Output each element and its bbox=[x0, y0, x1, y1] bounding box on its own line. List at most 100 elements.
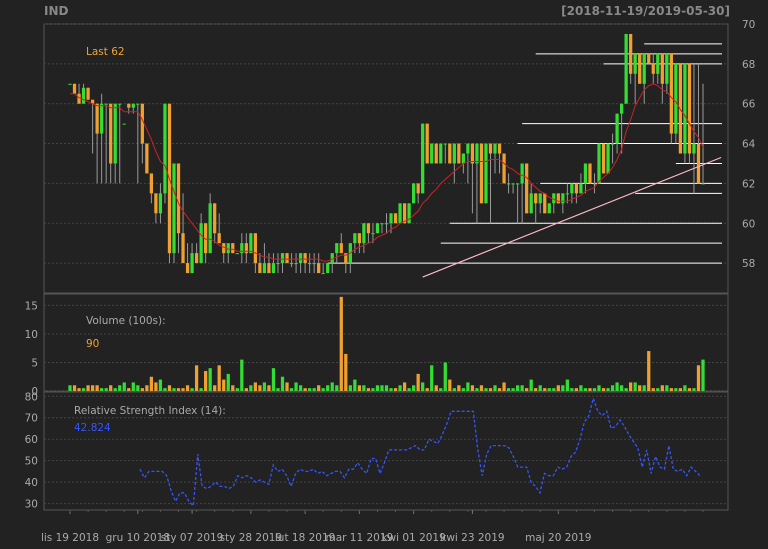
candle bbox=[271, 263, 276, 274]
volume-bar bbox=[389, 388, 393, 391]
volume-bar bbox=[610, 385, 615, 391]
volume-bar bbox=[199, 388, 203, 391]
volume-bar bbox=[249, 385, 253, 391]
volume-bar bbox=[416, 373, 420, 391]
y-tick-label: 60 bbox=[742, 218, 755, 230]
candle bbox=[235, 253, 239, 255]
volume-bar bbox=[253, 382, 258, 391]
candle bbox=[597, 143, 601, 184]
y-tick-label: 5 bbox=[31, 357, 38, 369]
volume-bar bbox=[226, 373, 230, 391]
candle bbox=[488, 143, 493, 154]
volume-bar bbox=[240, 359, 244, 391]
candle bbox=[289, 263, 294, 265]
volume-bar bbox=[185, 385, 190, 391]
volume-bar bbox=[683, 385, 687, 391]
volume-bar bbox=[466, 382, 470, 391]
volume-bar bbox=[543, 388, 547, 391]
candle bbox=[470, 143, 475, 164]
candle bbox=[86, 87, 90, 100]
volume-bar bbox=[448, 379, 452, 391]
candle bbox=[194, 253, 199, 264]
candle bbox=[375, 223, 380, 234]
volume-bar bbox=[380, 385, 384, 391]
candle bbox=[380, 223, 384, 225]
volume-bar bbox=[384, 385, 389, 391]
candle bbox=[384, 223, 389, 225]
volume-bar bbox=[262, 382, 267, 391]
candle bbox=[683, 63, 687, 154]
volume-bar bbox=[204, 371, 208, 391]
volume-bar bbox=[267, 385, 271, 391]
candle bbox=[213, 203, 217, 234]
candle bbox=[511, 183, 515, 185]
volume-bar bbox=[158, 379, 163, 391]
volume-bar bbox=[615, 382, 619, 391]
volume-bar bbox=[339, 296, 343, 391]
candle bbox=[412, 183, 416, 204]
candle bbox=[81, 87, 86, 104]
candle bbox=[674, 63, 678, 134]
candle bbox=[502, 153, 506, 184]
candle bbox=[262, 263, 267, 274]
candle bbox=[448, 143, 452, 164]
candle bbox=[656, 53, 660, 74]
last-price-label: Last 62 bbox=[86, 46, 125, 58]
volume-bar bbox=[100, 388, 104, 391]
candle bbox=[452, 143, 456, 164]
candle bbox=[145, 143, 149, 174]
candle bbox=[669, 53, 673, 134]
candle bbox=[72, 83, 77, 94]
candle bbox=[538, 193, 542, 204]
volume-bar bbox=[95, 385, 99, 391]
candle bbox=[439, 143, 443, 164]
volume-bar bbox=[308, 388, 312, 391]
volume-bar bbox=[696, 365, 701, 391]
volume-bar bbox=[145, 385, 149, 391]
volume-bar bbox=[687, 388, 692, 391]
candle bbox=[308, 263, 312, 265]
volume-bar bbox=[619, 385, 624, 391]
volume-bar bbox=[398, 385, 402, 391]
candle bbox=[665, 53, 669, 84]
candle bbox=[529, 193, 533, 214]
volume-bar bbox=[556, 385, 560, 391]
volume-bar bbox=[629, 382, 633, 391]
candle bbox=[285, 253, 289, 264]
volume-bar bbox=[217, 365, 221, 391]
volume-bar bbox=[357, 385, 361, 391]
candle bbox=[506, 183, 511, 185]
volume-bar bbox=[113, 388, 117, 391]
volume-bar bbox=[362, 385, 366, 391]
volume-bar bbox=[366, 388, 371, 391]
candle bbox=[298, 253, 303, 264]
volume-bar bbox=[574, 388, 579, 391]
candle bbox=[149, 173, 154, 194]
candle bbox=[185, 263, 190, 274]
volume-bar bbox=[190, 388, 194, 391]
volume-bar bbox=[674, 388, 678, 391]
y-tick-label: 30 bbox=[25, 499, 38, 511]
candle bbox=[217, 233, 221, 244]
volume-bar bbox=[461, 388, 465, 391]
candle bbox=[109, 103, 113, 164]
volume-bar bbox=[601, 388, 606, 391]
candle bbox=[515, 183, 520, 185]
candle bbox=[122, 123, 126, 125]
volume-bar bbox=[86, 385, 90, 391]
volume-bar bbox=[222, 379, 226, 391]
candle bbox=[317, 263, 321, 274]
volume-bar bbox=[493, 385, 497, 391]
volume-bar bbox=[244, 388, 248, 391]
volume-bar bbox=[443, 362, 447, 391]
candle bbox=[660, 53, 664, 84]
x-tick-label: kwi 23 2019 bbox=[440, 532, 504, 544]
volume-bar bbox=[547, 388, 551, 391]
volume-bar bbox=[606, 388, 610, 391]
candle bbox=[163, 103, 167, 194]
volume-bar bbox=[181, 388, 185, 391]
candle bbox=[579, 183, 583, 194]
volume-bar bbox=[515, 385, 520, 391]
volume-bar bbox=[104, 388, 108, 391]
candle bbox=[100, 103, 104, 134]
